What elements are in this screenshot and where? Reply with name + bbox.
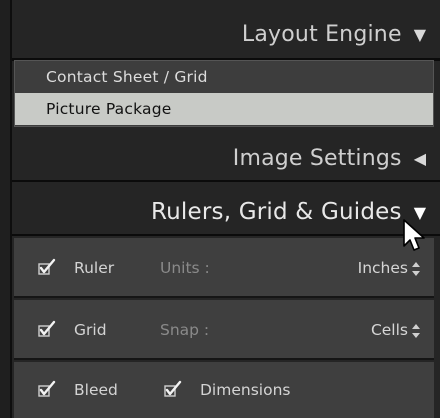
snap-select[interactable]: Cells: [371, 321, 408, 339]
rulers-grid-guides-content: Ruler Units : Inches Grid Snap : Cells B…: [14, 236, 434, 418]
grid-label: Grid: [74, 321, 107, 339]
triangle-down-icon[interactable]: ▼: [414, 25, 426, 44]
ruler-label: Ruler: [74, 259, 115, 277]
units-select[interactable]: Inches: [358, 259, 408, 277]
bleed-label: Bleed: [74, 381, 118, 399]
dimensions-checkbox[interactable]: [164, 380, 182, 398]
image-settings-header[interactable]: Image Settings ◀: [12, 136, 440, 180]
units-label: Units :: [160, 259, 210, 277]
ruler-row: Ruler Units : Inches: [14, 238, 434, 298]
checkmark-icon: [38, 380, 56, 397]
snap-label: Snap :: [160, 321, 210, 339]
grid-checkbox[interactable]: [38, 320, 56, 338]
grid-row: Grid Snap : Cells: [14, 300, 434, 360]
mouse-pointer-icon: [402, 218, 428, 254]
checkmark-icon: [38, 258, 56, 275]
dimensions-label: Dimensions: [200, 381, 291, 399]
layout-engine-list: Contact Sheet / Grid Picture Package: [14, 60, 434, 127]
layout-engine-header[interactable]: Layout Engine ▼: [12, 10, 440, 58]
list-item-label: Contact Sheet / Grid: [46, 68, 208, 86]
checkmark-icon: [164, 380, 182, 397]
up-down-stepper-icon[interactable]: [412, 324, 420, 338]
list-item-contact-sheet-grid[interactable]: Contact Sheet / Grid: [15, 61, 433, 93]
triangle-left-icon[interactable]: ◀: [414, 149, 426, 168]
ruler-checkbox[interactable]: [38, 258, 56, 276]
list-item-label: Picture Package: [46, 100, 172, 118]
rulers-grid-guides-header[interactable]: Rulers, Grid & Guides ▼: [12, 190, 440, 234]
rulers-grid-guides-title: Rulers, Grid & Guides: [151, 199, 402, 225]
lightroom-print-panel: Layout Engine ▼ Contact Sheet / Grid Pic…: [0, 0, 440, 418]
image-settings-title: Image Settings: [232, 145, 402, 171]
bleed-checkbox[interactable]: [38, 380, 56, 398]
checkmark-icon: [38, 320, 56, 337]
up-down-stepper-icon[interactable]: [412, 262, 420, 276]
layout-engine-title: Layout Engine: [241, 21, 402, 47]
divider: [12, 180, 440, 182]
bleed-dimensions-row: Bleed Dimensions: [14, 362, 434, 418]
list-item-picture-package[interactable]: Picture Package: [15, 93, 433, 125]
